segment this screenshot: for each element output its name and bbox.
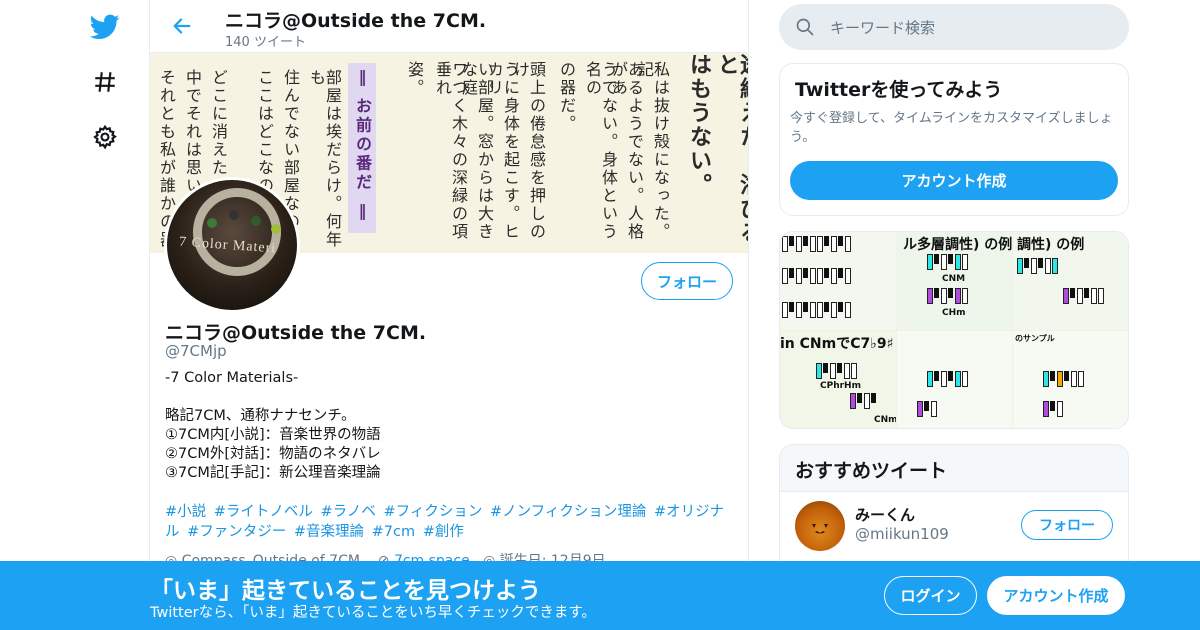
profile-avatar[interactable]: 7 Color Materi (164, 177, 300, 313)
chord-label: CNm (874, 415, 896, 425)
left-nav (80, 0, 132, 630)
hashtag-link[interactable]: #小説 (165, 504, 206, 520)
bio-line: ①7CM内[小説]：音楽世界の物語 (165, 427, 381, 443)
header-name: ニコラ@Outside the 7CM. (225, 10, 487, 32)
recommended-title: おすすめツイート (795, 460, 948, 482)
twitter-bird-icon[interactable] (90, 12, 120, 42)
hashtag-link[interactable]: #ラノベ (321, 504, 376, 520)
bio-line: ②7CM外[対話]：物語のネタバレ (165, 446, 381, 462)
hashtag-link[interactable]: #ファンタジー (187, 524, 286, 540)
piano-keys (917, 401, 938, 417)
banner-text-column: うでない。身体という名の (583, 61, 618, 241)
bio-line: -7 Color Materials- (165, 370, 299, 386)
media-thumbnail[interactable] (897, 331, 1012, 428)
chord-label: CHm (942, 308, 966, 318)
profile-bio: -7 Color Materials- 略記7CM、通称ナナセンチ。 ①7CM内… (165, 369, 735, 483)
bottom-create-account-button[interactable]: アカウント作成 (987, 576, 1125, 615)
signup-card-title: Twitterを使ってみよう (795, 79, 1003, 101)
piano-keys (782, 302, 852, 318)
back-arrow-icon[interactable] (168, 12, 196, 40)
media-caption: ル多層調性) の例 (903, 237, 1012, 253)
piano-keys (1063, 288, 1105, 304)
hashtag-link[interactable]: #ライトノベル (214, 504, 313, 520)
recommended-user-row[interactable]: みーくん @miikun109 フォロー (780, 491, 1128, 571)
search-icon (796, 18, 814, 36)
piano-keys (782, 236, 852, 252)
profile-column: ニコラ@Outside the 7CM. 140 ツイート 途絶えた。浴びると … (149, 0, 749, 630)
profile-handle[interactable]: @7CMjp (165, 342, 227, 360)
gear-icon[interactable] (90, 122, 120, 152)
signup-banner-title: 「いま」起きていることを見つけよう (150, 578, 541, 604)
bio-line: 略記7CM、通称ナナセンチ。 (165, 408, 356, 424)
signup-card: Twitterを使ってみよう 今すぐ登録して、タイムラインをカスタマイズしましょ… (779, 63, 1129, 216)
avatar-dot (207, 218, 217, 228)
media-thumbnail[interactable]: 調性) の例 (1013, 232, 1128, 330)
hashtag-link[interactable]: #創作 (423, 524, 464, 540)
piano-keys (782, 268, 852, 284)
media-thumbnail[interactable]: in CNmでC7♭9♯ CPhrHm CNm (780, 331, 896, 428)
create-account-button[interactable]: アカウント作成 (790, 161, 1118, 200)
signup-banner: 「いま」起きていることを見つけよう Twitterなら、「いま」起きていることを… (0, 561, 1200, 630)
avatar-ring (193, 188, 281, 276)
hashtag-link[interactable]: #音楽理論 (294, 524, 364, 540)
recommended-user-avatar[interactable] (795, 501, 845, 551)
profile-name: ニコラ@Outside the 7CM. (165, 322, 427, 344)
banner-text-column: 部屋は埃だらけ。何年も (307, 69, 342, 249)
media-thumbnail[interactable]: ル多層調性) の例 CNM CHm (897, 232, 1012, 330)
avatar-dot (251, 216, 261, 226)
piano-keys (1043, 401, 1064, 417)
hashtag-icon[interactable] (90, 67, 120, 97)
signup-banner-subtitle: Twitterなら、「いま」起きていることをいち早くチェックできます。 (150, 605, 596, 621)
banner-text-column: どこに消えたの (209, 69, 228, 195)
piano-keys (1043, 371, 1085, 387)
search-box[interactable]: キーワード検索 (779, 4, 1129, 50)
media-thumbnail[interactable]: のサンプル (1013, 331, 1128, 428)
piano-keys (927, 371, 969, 387)
hashtag-list: #小説 #ライトノベル #ラノベ #フィクション #ノンフィクション理論 #オリ… (165, 502, 740, 542)
signup-card-description: 今すぐ登録して、タイムラインをカスタマイズしましょう。 (790, 111, 1113, 145)
banner-text-column: 姿。 (405, 61, 424, 97)
banner-text-column: ワつく木々の深緑の項垂れ (433, 61, 468, 241)
profile-header: ニコラ@Outside the 7CM. 140 ツイート (150, 0, 748, 53)
bio-spacer (165, 388, 735, 407)
hashtag-link[interactable]: #7cm (372, 524, 415, 540)
search-input[interactable]: キーワード検索 (830, 17, 935, 38)
media-caption: in CNmでC7♭9♯ (780, 336, 894, 352)
avatar-dot (229, 210, 239, 220)
chord-label: CPhrHm (820, 381, 861, 391)
banner-text-column: はもうない。 (686, 53, 712, 197)
media-grid[interactable]: ル多層調性) の例 CNM CHm 調性) の例 in CNmでC7♭9♯ CP… (779, 231, 1129, 429)
hashtag-link[interactable]: #フィクション (384, 504, 483, 520)
banner-text-column: の器だ。 (557, 61, 576, 133)
avatar-dot (271, 224, 281, 234)
banner-heading: ‖ お前の番だ ‖ (353, 67, 372, 224)
piano-keys (927, 288, 969, 304)
recommended-user-handle: @miikun109 (855, 525, 949, 543)
pumpkin-face-icon (812, 524, 828, 534)
piano-keys (927, 254, 969, 270)
piano-keys (1017, 258, 1059, 274)
banner-text-column: 途絶えた。浴びると (714, 53, 748, 245)
media-caption: のサンプル (1015, 334, 1055, 343)
login-button[interactable]: ログイン (884, 576, 977, 615)
chord-label: CNM (942, 274, 966, 284)
follow-button[interactable]: フォロー (641, 262, 733, 300)
media-caption: 調性) の例 (1017, 237, 1085, 253)
bio-line: ③7CM記[手記]：新公理音楽理論 (165, 465, 381, 481)
piano-keys (850, 393, 878, 409)
media-thumbnail[interactable] (780, 232, 896, 330)
hashtag-link[interactable]: #ノンフィクション理論 (490, 504, 646, 520)
tweet-count: 140 ツイート (225, 35, 306, 50)
piano-keys (816, 363, 858, 379)
recommended-user-name[interactable]: みーくん (855, 504, 915, 525)
recommended-follow-button[interactable]: フォロー (1021, 510, 1113, 540)
